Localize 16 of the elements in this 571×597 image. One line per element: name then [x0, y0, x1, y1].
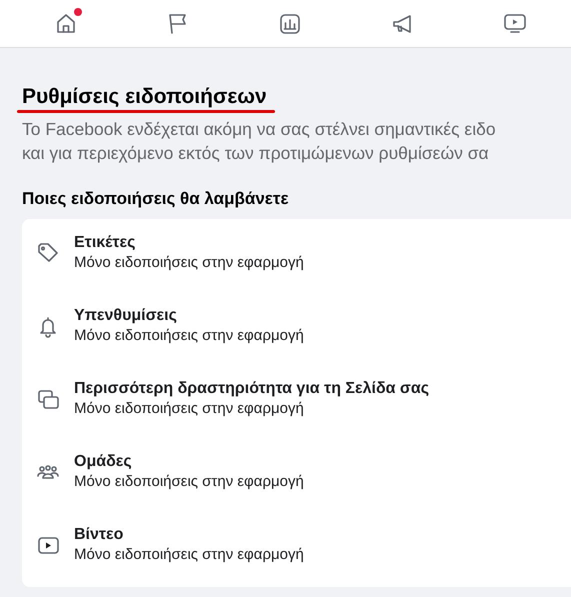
description-line: Το Facebook ενδέχεται ακόμη να σας στέλνει σημαντικές ειδο [22, 118, 496, 141]
description-line: και για περιεχόμενο εκτός των προτιμώμενων ρυθμίσεών σα [22, 142, 489, 165]
setting-title[interactable]: Περισσότερη δραστηριότητα για τη Σελίδα σας [74, 379, 430, 399]
overlapping-squares-icon [36, 387, 60, 411]
section-heading: Ποιες ειδοποιήσεις θα λαμβάνετε [22, 188, 290, 210]
setting-title[interactable]: Υπενθυμίσεις [74, 306, 304, 326]
setting-title[interactable]: Βίντεο [74, 525, 304, 545]
page-title: Ρυθμίσεις ειδοποιήσεων [22, 84, 267, 110]
setting-title[interactable]: Ετικέτες [74, 233, 304, 253]
setting-subtitle: Μόνο ειδοποιήσεις στην εφαρμογή [74, 472, 304, 492]
tag-icon [36, 241, 60, 265]
setting-subtitle: Μόνο ειδοποιήσεις στην εφαρμογή [74, 253, 304, 273]
setting-subtitle: Μόνο ειδοποιήσεις στην εφαρμογή [74, 399, 305, 419]
setting-subtitle: Μόνο ειδοποιήσεις στην εφαρμογή [74, 326, 304, 346]
setting-title[interactable]: Ομάδες [74, 452, 304, 472]
setting-subtitle: Μόνο ειδοποιήσεις στην εφαρμογή [74, 545, 304, 565]
